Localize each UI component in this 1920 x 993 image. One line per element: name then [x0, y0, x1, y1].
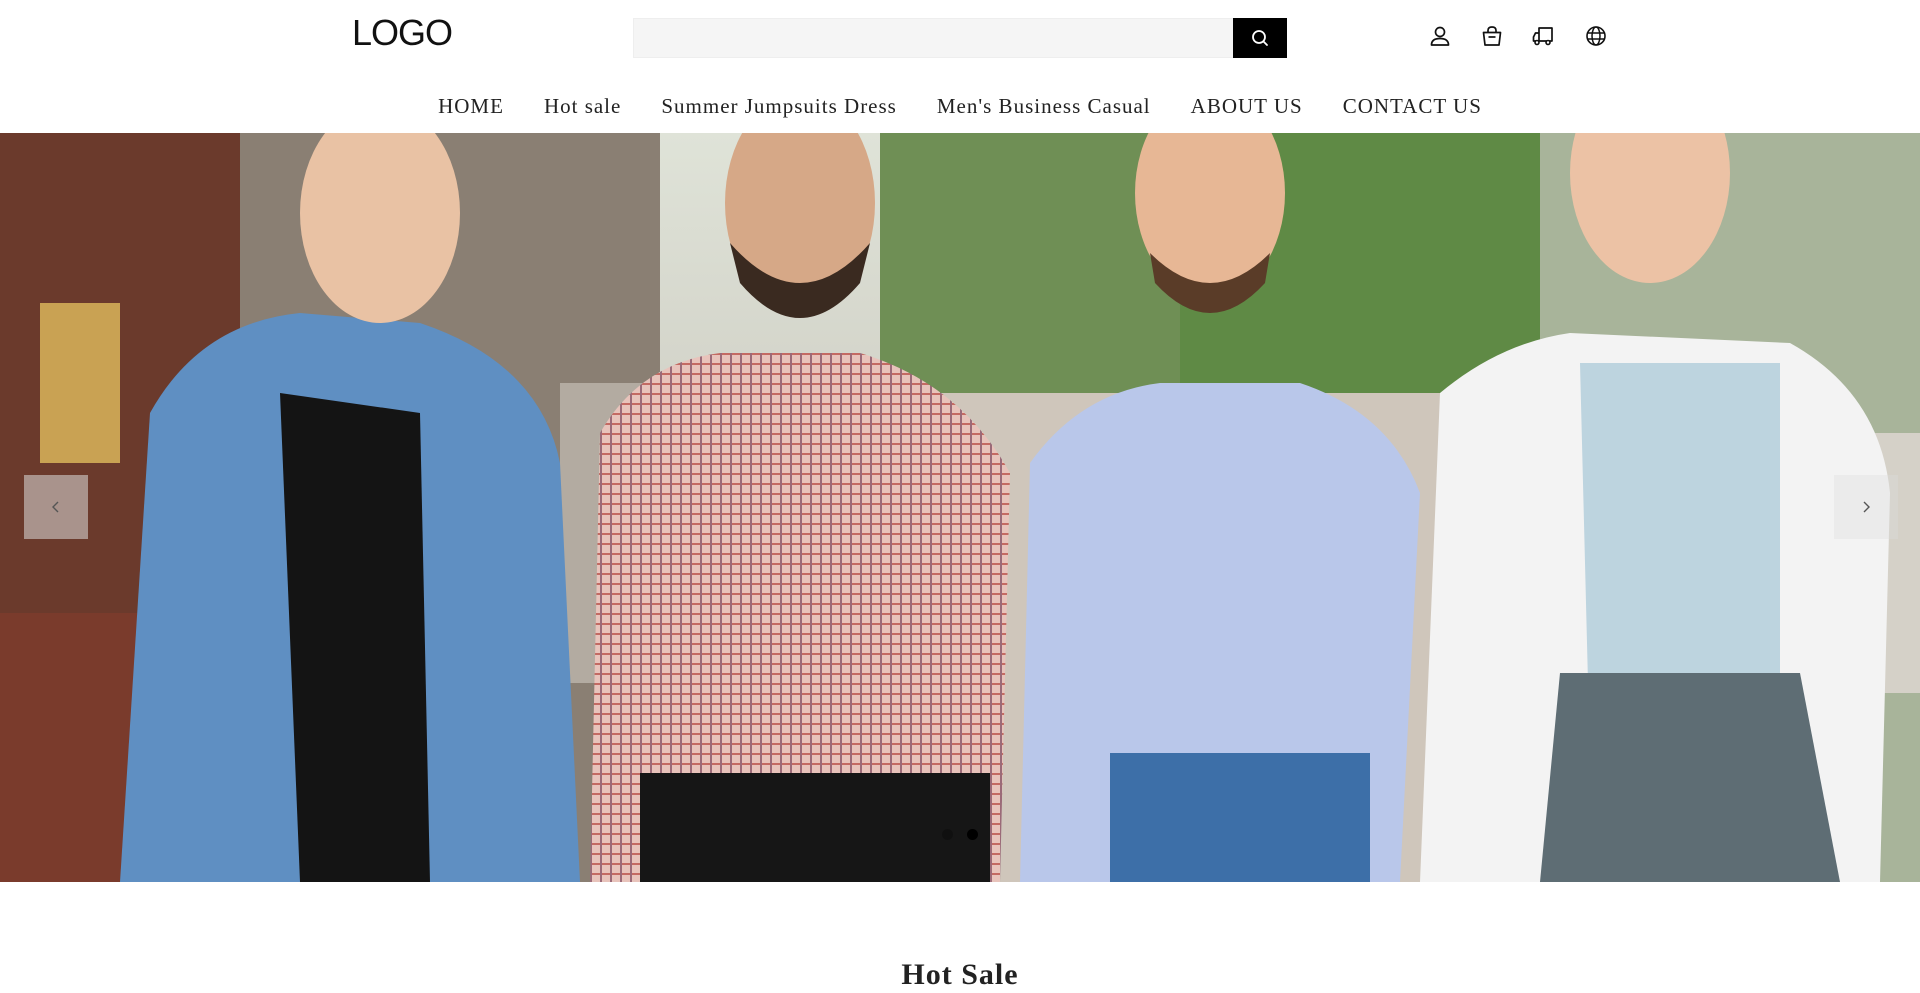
globe-icon — [1586, 26, 1606, 46]
chevron-right-icon — [1863, 501, 1870, 513]
shopping-bag-icon — [1482, 26, 1502, 46]
user-icon — [1430, 26, 1450, 46]
search-icon — [1252, 30, 1268, 46]
carousel-dots — [0, 829, 1920, 840]
nav-item-hot-sale[interactable]: Hot sale — [544, 86, 621, 126]
chevron-left-icon — [52, 501, 59, 513]
nav-item-summer-jumpsuits-dress[interactable]: Summer Jumpsuits Dress — [661, 86, 897, 126]
cart-button[interactable] — [1476, 20, 1508, 52]
order-tracking-button[interactable] — [1528, 20, 1560, 52]
carousel-dot-2[interactable] — [967, 829, 978, 840]
header-icons — [1424, 20, 1612, 52]
nav-item-about-us[interactable]: ABOUT US — [1191, 86, 1303, 126]
hero-banner[interactable] — [0, 133, 1920, 882]
nav-item-home[interactable]: HOME — [438, 86, 504, 126]
site-header: LOGO HOME Hot sale Summer Jumpsuits Dres… — [0, 0, 1920, 133]
carousel-dot-1[interactable] — [942, 829, 953, 840]
carousel-prev-button[interactable] — [24, 475, 88, 539]
nav-item-contact-us[interactable]: CONTACT US — [1343, 86, 1482, 126]
banner-image — [0, 133, 1920, 882]
search-input[interactable] — [634, 19, 1234, 57]
site-logo[interactable]: LOGO — [352, 12, 453, 54]
account-button[interactable] — [1424, 20, 1456, 52]
nav-item-mens-business-casual[interactable]: Men's Business Casual — [937, 86, 1151, 126]
carousel-next-button[interactable] — [1834, 475, 1898, 539]
hot-sale-heading: Hot Sale — [901, 958, 1019, 991]
main-nav: HOME Hot sale Summer Jumpsuits Dress Men… — [0, 86, 1920, 126]
search-button[interactable] — [1233, 18, 1287, 58]
language-button[interactable] — [1580, 20, 1612, 52]
search-bar — [633, 18, 1287, 58]
order-tracking-icon — [1532, 27, 1553, 46]
